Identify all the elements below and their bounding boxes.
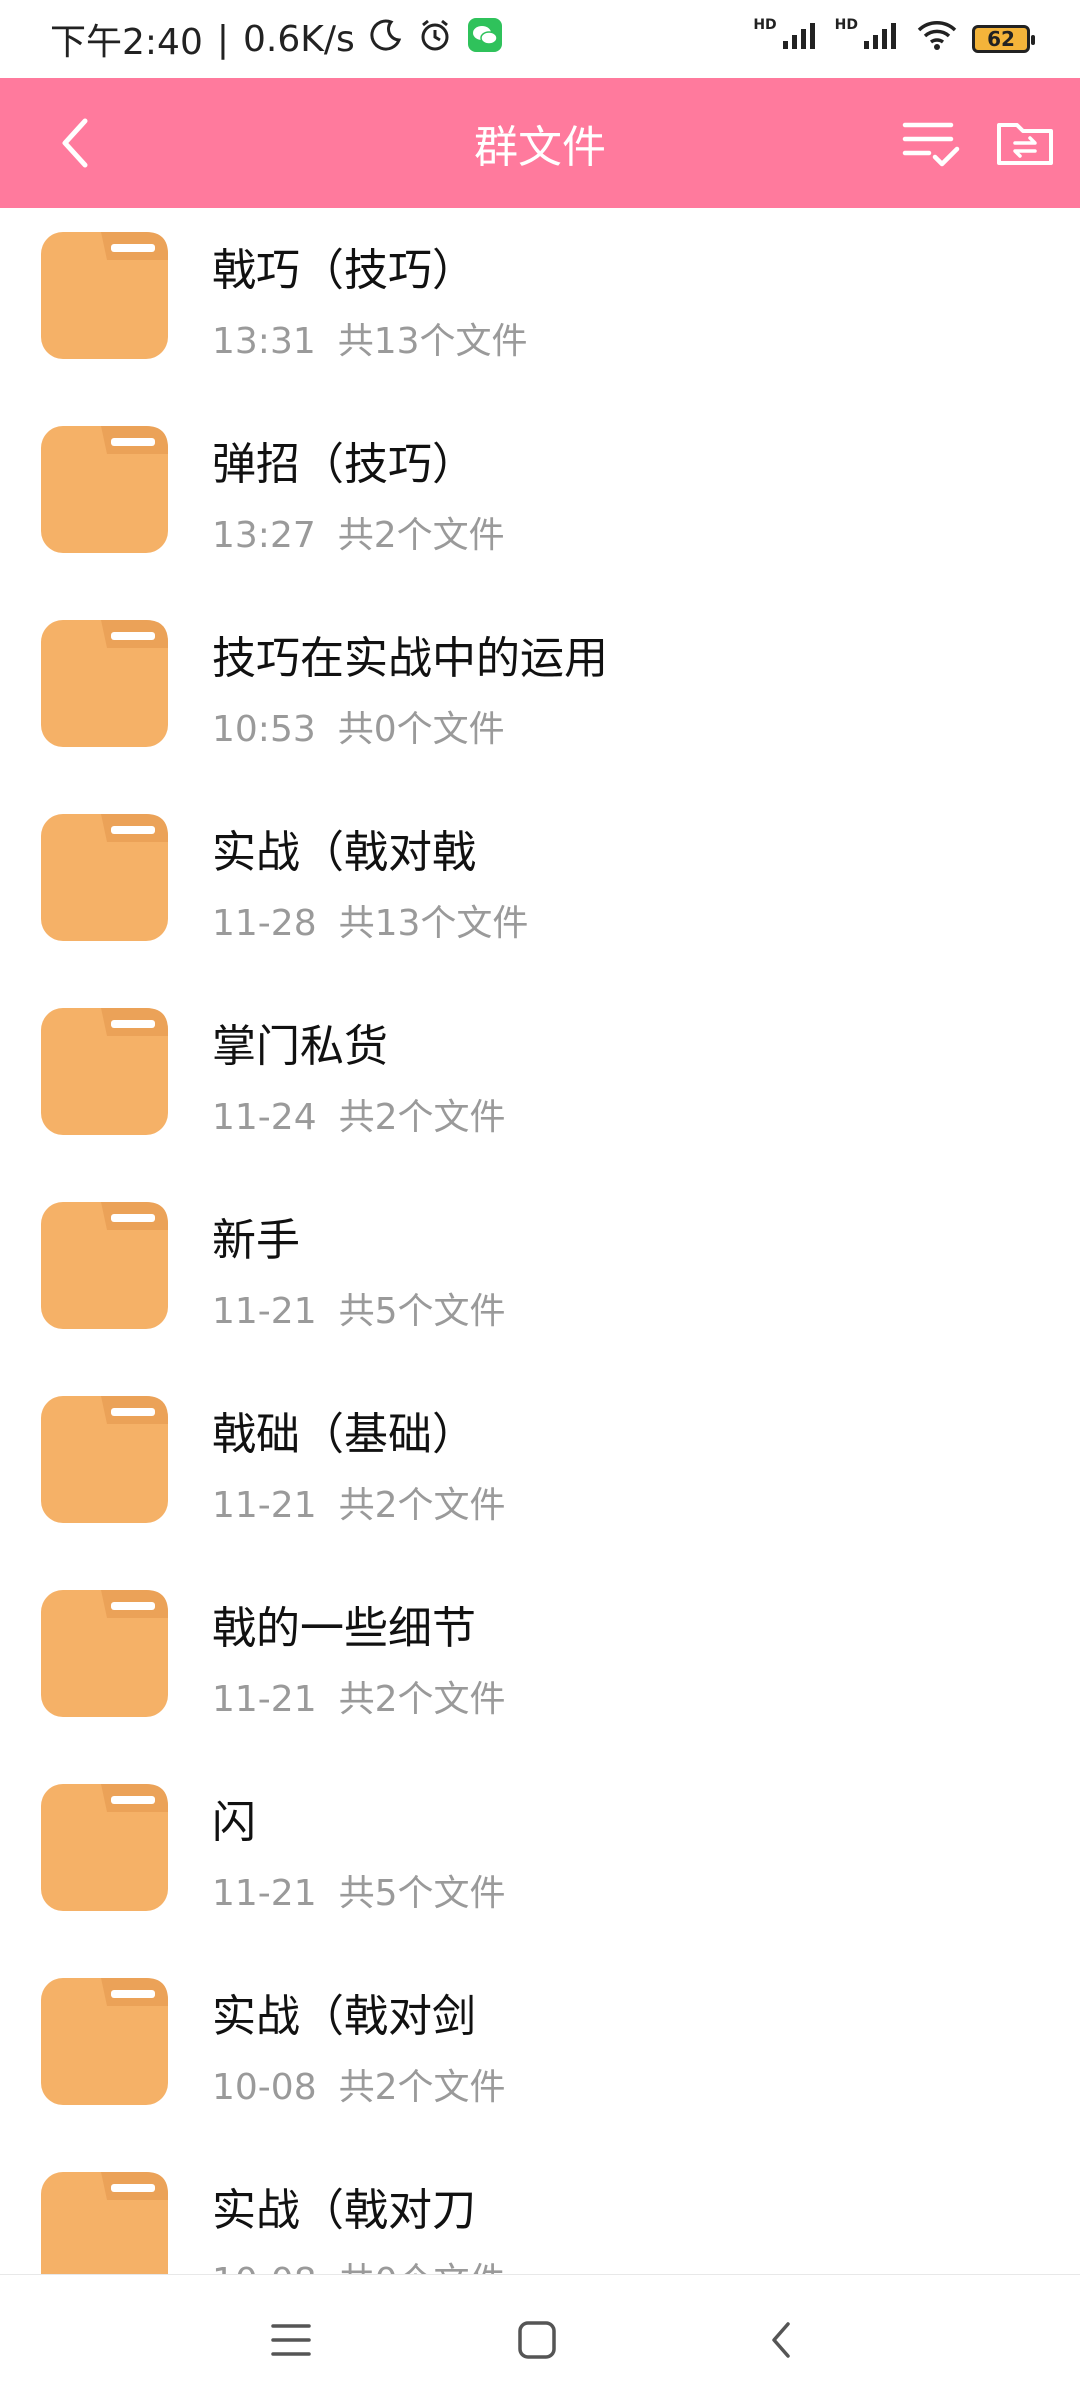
status-separator: | xyxy=(216,18,229,60)
folder-meta: 13:31 共13个文件 xyxy=(212,312,528,364)
folder-move-button[interactable] xyxy=(990,108,1060,178)
list-item[interactable]: 掌门私货 11-24 共2个文件 xyxy=(0,984,1080,1178)
alarm-icon xyxy=(417,17,453,62)
list-item[interactable]: 技巧在实战中的运用 10:53 共0个文件 xyxy=(0,596,1080,790)
folder-count: 共0个文件 xyxy=(339,2261,506,2274)
folder-meta: 10-08 共2个文件 xyxy=(212,2058,506,2110)
folder-count: 共2个文件 xyxy=(338,2067,506,2108)
multi-select-button[interactable] xyxy=(896,108,966,178)
folder-count: 共13个文件 xyxy=(338,903,529,944)
menu-button[interactable] xyxy=(256,2305,326,2375)
list-item[interactable]: 实战（戟对剑 10-08 共2个文件 xyxy=(0,1954,1080,2148)
folder-icon xyxy=(41,2172,168,2274)
wifi-icon xyxy=(916,19,958,60)
folder-name: 实战（戟对剑 xyxy=(212,1991,476,2042)
folder-name: 戟础（基础） xyxy=(212,1409,476,1460)
folder-count: 共2个文件 xyxy=(338,1097,506,1138)
folder-icon xyxy=(41,1978,168,2105)
folder-date: 13:31 xyxy=(212,321,316,362)
folder-name: 掌门私货 xyxy=(212,1021,388,1072)
folder-count: 共2个文件 xyxy=(337,515,505,556)
folder-meta: 11-28 共13个文件 xyxy=(212,894,528,946)
status-speed: 0.6K/s xyxy=(242,18,355,60)
folder-list: 戟巧（技巧） 13:31 共13个文件 弹招（技巧） 13:27 共2个文件 技巧在… xyxy=(0,208,1080,2274)
list-check-icon xyxy=(902,122,960,167)
folder-count: 共2个文件 xyxy=(338,1679,506,1720)
folder-name: 闪 xyxy=(212,1797,256,1848)
folder-date: 10:53 xyxy=(212,709,316,750)
folder-meta: 11-21 共5个文件 xyxy=(212,1864,506,1916)
folder-icon xyxy=(41,426,168,553)
folder-count: 共13个文件 xyxy=(337,321,528,362)
folder-date: 10-08 xyxy=(212,2067,317,2108)
battery-level: 62 xyxy=(987,27,1015,51)
folder-meta: 11-21 共5个文件 xyxy=(212,1282,506,1334)
list-item[interactable]: 戟的一些细节 11-21 共2个文件 xyxy=(0,1566,1080,1760)
signal-icon xyxy=(862,19,902,60)
folder-count: 共0个文件 xyxy=(337,709,505,750)
signal-icon xyxy=(781,19,821,60)
folder-count: 共5个文件 xyxy=(338,1873,506,1914)
status-bar: 下午2:40 | 0.6K/s HD HD 62 xyxy=(0,0,1080,78)
list-item[interactable]: 实战（戟对戟 11-28 共13个文件 xyxy=(0,790,1080,984)
folder-icon xyxy=(41,232,168,359)
folder-meta: 11-21 共2个文件 xyxy=(212,1476,506,1528)
home-icon xyxy=(518,2321,556,2359)
list-item[interactable]: 戟巧（技巧） 13:31 共13个文件 xyxy=(0,208,1080,402)
folder-date: 11-21 xyxy=(212,1291,317,1332)
folder-name: 戟巧（技巧） xyxy=(212,245,476,296)
menu-icon xyxy=(271,2324,311,2356)
folder-name: 实战（戟对刀 xyxy=(212,2185,476,2236)
list-item[interactable]: 闪 11-21 共5个文件 xyxy=(0,1760,1080,1954)
folder-meta: 11-24 共2个文件 xyxy=(212,1088,506,1140)
folder-name: 实战（戟对戟 xyxy=(212,827,476,878)
hd-label: HD xyxy=(753,17,777,33)
folder-name: 新手 xyxy=(212,1215,300,1266)
hd-label: HD xyxy=(834,17,858,33)
system-nav-bar xyxy=(0,2274,1080,2401)
folder-icon xyxy=(41,1008,168,1135)
list-item[interactable]: 戟础（基础） 11-21 共2个文件 xyxy=(0,1372,1080,1566)
folder-icon xyxy=(41,620,168,747)
folder-date: 13:27 xyxy=(212,515,316,556)
folder-count: 共5个文件 xyxy=(338,1291,506,1332)
folder-meta: 10-08 共0个文件 xyxy=(212,2252,506,2274)
folder-move-icon xyxy=(997,123,1053,165)
folder-icon xyxy=(41,1396,168,1523)
folder-icon xyxy=(41,814,168,941)
folder-meta: 13:27 共2个文件 xyxy=(212,506,505,558)
top-bar: 群文件 xyxy=(0,78,1080,208)
system-back-button[interactable] xyxy=(746,2305,816,2375)
folder-date: 10-08 xyxy=(212,2261,317,2274)
wechat-icon xyxy=(467,17,503,62)
home-button[interactable] xyxy=(502,2305,572,2375)
list-item[interactable]: 弹招（技巧） 13:27 共2个文件 xyxy=(0,402,1080,596)
list-item[interactable]: 新手 11-21 共5个文件 xyxy=(0,1178,1080,1372)
folder-date: 11-21 xyxy=(212,1485,317,1526)
moon-icon xyxy=(369,18,403,61)
status-time: 下午2:40 xyxy=(50,22,203,63)
folder-date: 11-21 xyxy=(212,1679,317,1720)
folder-count: 共2个文件 xyxy=(338,1485,506,1526)
folder-name: 戟的一些细节 xyxy=(212,1603,476,1654)
folder-meta: 11-21 共2个文件 xyxy=(212,1670,506,1722)
folder-icon xyxy=(41,1590,168,1717)
folder-icon xyxy=(41,1202,168,1329)
back-icon xyxy=(772,2322,790,2358)
folder-date: 11-28 xyxy=(212,903,317,944)
folder-date: 11-21 xyxy=(212,1873,317,1914)
folder-icon xyxy=(41,1784,168,1911)
folder-date: 11-24 xyxy=(212,1097,317,1138)
list-item[interactable]: 实战（戟对刀 10-08 共0个文件 xyxy=(0,2148,1080,2274)
folder-meta: 10:53 共0个文件 xyxy=(212,700,505,752)
folder-name: 弹招（技巧） xyxy=(212,439,476,490)
battery-icon: 62 xyxy=(972,25,1035,53)
folder-name: 技巧在实战中的运用 xyxy=(212,633,608,684)
